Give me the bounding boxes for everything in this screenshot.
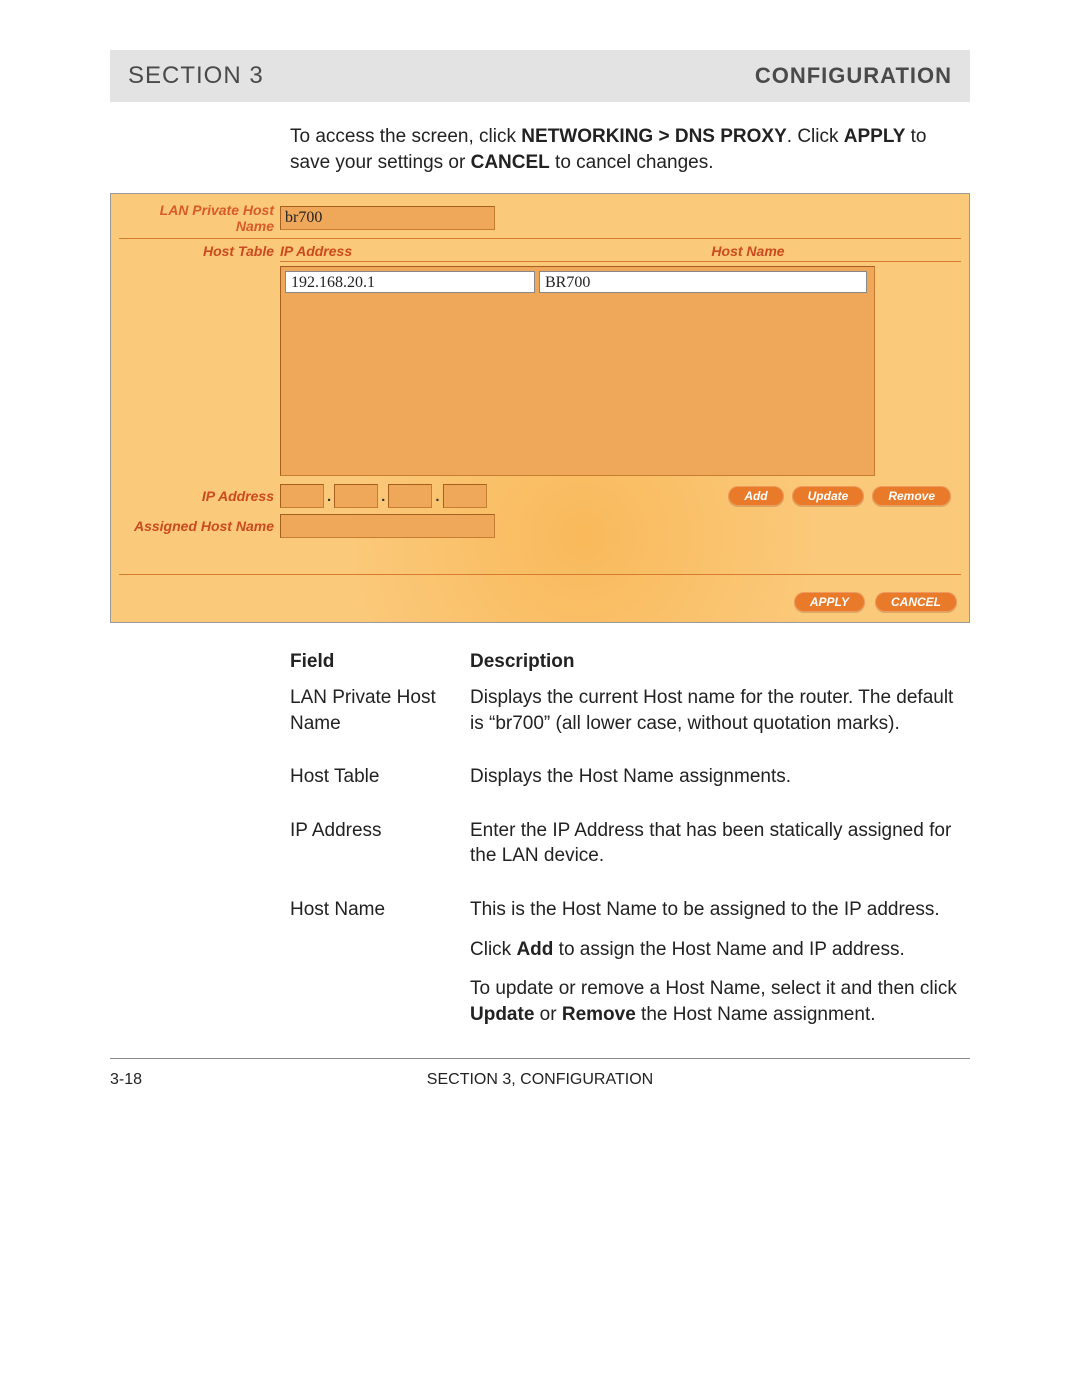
field-description-table: Field Description LAN Private Host Name …	[290, 649, 970, 1027]
field-desc: Displays the current Host name for the r…	[470, 685, 970, 736]
field-desc: Displays the Host Name assignments.	[470, 764, 970, 790]
field-name: IP Address	[290, 818, 470, 869]
ip-octet-1-input[interactable]	[280, 484, 324, 508]
col-header-field: Field	[290, 649, 470, 675]
field-name: Host Table	[290, 764, 470, 790]
col-header-description: Description	[470, 649, 970, 675]
host-table-listbox[interactable]: 192.168.20.1 BR700	[280, 266, 875, 476]
section-header: SECTION 3 CONFIGURATION	[110, 50, 970, 102]
table-row: Host Table Displays the Host Name assign…	[290, 764, 970, 790]
host-name-column-header: Host Name	[535, 243, 961, 259]
field-name: LAN Private Host Name	[290, 685, 470, 736]
field-desc: This is the Host Name to be assigned to …	[470, 897, 970, 1028]
intro-text: To access the screen, click NETWORKING >…	[290, 124, 970, 175]
apply-button[interactable]: APPLY	[794, 592, 865, 612]
add-button[interactable]: Add	[728, 486, 783, 506]
divider	[280, 261, 961, 262]
section-left: SECTION 3	[128, 62, 264, 90]
ip-octet-4-input[interactable]	[443, 484, 487, 508]
cancel-button[interactable]: CANCEL	[875, 592, 957, 612]
update-button[interactable]: Update	[792, 486, 865, 506]
host-table-label: Host Table	[119, 243, 280, 259]
ip-address-column-header: IP Address	[280, 243, 535, 259]
lan-private-host-name-label: LAN Private Host Name	[119, 202, 280, 234]
page-divider	[110, 1058, 970, 1059]
ip-address-label: IP Address	[119, 488, 280, 504]
field-name: Host Name	[290, 897, 470, 1028]
lan-private-host-name-input[interactable]	[280, 206, 495, 230]
table-row: IP Address Enter the IP Address that has…	[290, 818, 970, 869]
section-right: CONFIGURATION	[755, 63, 952, 89]
assigned-host-name-label: Assigned Host Name	[119, 518, 280, 534]
ip-octet-3-input[interactable]	[388, 484, 432, 508]
divider	[119, 238, 961, 239]
ip-octet-2-input[interactable]	[334, 484, 378, 508]
field-desc: Enter the IP Address that has been stati…	[470, 818, 970, 869]
page-number: 3-18	[110, 1071, 142, 1089]
assigned-host-name-input[interactable]	[280, 514, 495, 538]
remove-button[interactable]: Remove	[872, 486, 951, 506]
table-row: LAN Private Host Name Displays the curre…	[290, 685, 970, 736]
page-footer: 3-18 SECTION 3, CONFIGURATION	[110, 1071, 970, 1095]
dns-proxy-panel: LAN Private Host Name Host Table IP Addr…	[110, 193, 970, 623]
divider	[119, 574, 961, 575]
page-footer-center: SECTION 3, CONFIGURATION	[427, 1071, 653, 1089]
list-item-ip[interactable]: 192.168.20.1	[285, 271, 535, 293]
table-row: Host Name This is the Host Name to be as…	[290, 897, 970, 1028]
list-item-hostname[interactable]: BR700	[539, 271, 867, 293]
